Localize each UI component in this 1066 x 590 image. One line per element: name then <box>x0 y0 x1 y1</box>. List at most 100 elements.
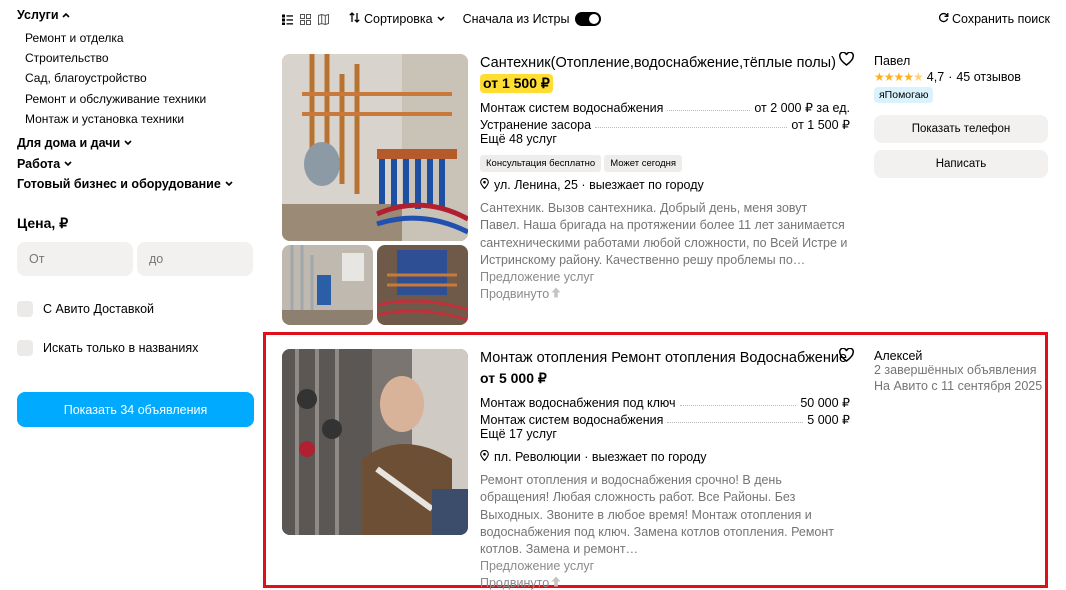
leader-dots <box>667 110 751 111</box>
map-view-icon[interactable] <box>318 13 329 25</box>
service-name: Монтаж систем водоснабжения <box>480 413 664 427</box>
price-to-input[interactable] <box>137 242 253 277</box>
service-price: 5 000 ₽ <box>807 413 850 427</box>
offer-label: Предложение услуг <box>480 270 595 285</box>
first-from-label: Сначала из Истры <box>462 12 570 26</box>
address-text: пл. Революции · выезжает по городу <box>494 450 707 464</box>
show-results-button[interactable]: Показать 34 объявления <box>17 392 254 428</box>
price-filter-title: Цена, ₽ <box>17 215 69 232</box>
location-pin-icon <box>480 177 489 192</box>
grid-view-icon[interactable] <box>300 13 311 25</box>
refresh-icon <box>938 12 949 26</box>
subcategory-item[interactable]: Строительство <box>17 48 257 68</box>
listing-photo-plumber[interactable] <box>282 349 468 535</box>
filter-sidebar: Услуги Ремонт и отделка Строительство Са… <box>17 8 257 428</box>
listing-thumb-boiler[interactable] <box>282 245 373 325</box>
subcategory-list: Ремонт и отделка Строительство Сад, благ… <box>17 28 257 129</box>
location-pin-icon <box>480 449 489 464</box>
more-services-link[interactable]: Ещё 17 услуг <box>480 427 850 444</box>
subcategory-item[interactable]: Монтаж и установка техники <box>17 109 257 129</box>
badge: Консультация бесплатно <box>480 155 602 172</box>
category-business[interactable]: Готовый бизнес и оборудование <box>17 174 257 195</box>
save-search-label: Сохранить поиск <box>951 12 1050 26</box>
yapomogayu-badge: яПомогаю <box>874 87 934 103</box>
show-phone-button[interactable]: Показать телефон <box>874 115 1048 143</box>
listing-card[interactable]: Монтаж отопления Ремонт отопления Водосн… <box>282 347 1052 590</box>
seller-completed-ads: 2 завершённых объявления <box>874 363 1037 377</box>
seller-rating: ★★★★★ 4,7 · 45 отзывов <box>874 70 1048 84</box>
seller-panel: Павел ★★★★★ 4,7 · 45 отзывов яПомогаю По… <box>874 54 1048 178</box>
seller-panel: Алексей 2 завершённых объявления На Авит… <box>874 349 1048 394</box>
more-services-link[interactable]: Ещё 48 услуг <box>480 132 850 149</box>
service-price: 50 000 ₽ <box>800 396 850 410</box>
category-home[interactable]: Для дома и дачи <box>17 133 257 154</box>
sort-arrows-icon <box>349 12 360 26</box>
listing-photo-plumbing[interactable] <box>282 54 468 241</box>
titles-only-label: Искать только в названиях <box>43 341 199 356</box>
badge-list: Консультация бесплатно Может сегодня <box>480 155 850 172</box>
favorite-heart-icon[interactable] <box>839 51 854 67</box>
subcategory-item[interactable]: Ремонт и обслуживание техники <box>17 89 257 109</box>
category-services[interactable]: Услуги <box>17 8 257 22</box>
reviews-count[interactable]: 45 отзывов <box>956 70 1021 84</box>
service-row: Монтаж систем водоснабжения от 2 000 ₽ з… <box>480 98 850 115</box>
promoted-arrow-icon <box>551 287 561 301</box>
rating-stars-icon: ★★★★★ <box>874 70 924 84</box>
titles-only-option[interactable]: Искать только в названиях <box>17 338 257 358</box>
listing-price: от 1 500 ₽ <box>480 74 553 93</box>
leader-dots <box>679 405 797 406</box>
seller-name[interactable]: Павел <box>874 54 1048 68</box>
promoted-text: Продвинуто <box>480 287 550 302</box>
chevron-down-icon <box>64 159 72 169</box>
promoted-arrow-icon <box>551 576 561 590</box>
chevron-down-icon <box>124 138 132 148</box>
rating-value: 4,7 <box>926 70 945 84</box>
category-label: Готовый бизнес и оборудование <box>17 177 221 192</box>
save-search-button[interactable]: Сохранить поиск <box>938 12 1050 26</box>
first-from-filter: Сначала из Истры <box>463 12 602 26</box>
service-row: Монтаж систем водоснабжения 5 000 ₽ <box>480 410 850 427</box>
listing-description: Ремонт отопления и водоснабжения срочно!… <box>480 473 835 557</box>
promoted-label: Продвинуто <box>480 575 850 590</box>
seller-name[interactable]: Алексей <box>874 349 1048 363</box>
titles-only-checkbox[interactable] <box>17 340 33 357</box>
service-price: от 1 500 ₽ <box>791 118 850 132</box>
listing-title[interactable]: Сантехник(Отопление,водоснабжение,тёплые… <box>480 54 850 72</box>
leader-dots <box>595 127 788 128</box>
category-label: Для дома и дачи <box>17 136 121 151</box>
promoted-text: Продвинуто <box>480 576 550 590</box>
list-view-icon[interactable] <box>282 14 293 25</box>
listing-address: ул. Ленина, 25 · выезжает по городу <box>480 177 850 192</box>
subcategory-item[interactable]: Ремонт и отделка <box>17 28 257 48</box>
service-name: Монтаж систем водоснабжения <box>480 101 664 115</box>
sort-label: Сортировка <box>364 12 433 26</box>
write-message-button[interactable]: Написать <box>874 150 1048 178</box>
results-toolbar: Сортировка Сначала из Истры Сохранить по… <box>282 8 1050 30</box>
avito-delivery-checkbox[interactable] <box>17 301 33 318</box>
view-switcher <box>282 13 329 25</box>
listing-price: от 5 000 ₽ <box>480 370 547 386</box>
listing-info: Монтаж отопления Ремонт отопления Водосн… <box>480 349 850 590</box>
category-services-label: Услуги <box>17 8 59 22</box>
badge: Может сегодня <box>604 155 682 172</box>
subcategory-item[interactable]: Сад, благоустройство <box>17 68 257 88</box>
rating-sep: · <box>948 70 953 84</box>
chevron-down-icon <box>225 179 233 189</box>
service-row: Устранение засора от 1 500 ₽ <box>480 115 850 132</box>
first-from-toggle[interactable] <box>575 12 602 26</box>
avito-delivery-option[interactable]: С Авито Доставкой <box>17 299 257 319</box>
address-text: ул. Ленина, 25 · выезжает по городу <box>494 178 704 192</box>
favorite-heart-icon[interactable] <box>839 347 854 363</box>
listing-card[interactable]: Сантехник(Отопление,водоснабжение,тёплые… <box>282 51 1052 325</box>
listing-thumb-manifold[interactable] <box>377 245 468 325</box>
price-from-input[interactable] <box>17 242 133 277</box>
chevron-up-icon <box>61 10 70 20</box>
listing-address: пл. Революции · выезжает по городу <box>480 449 850 464</box>
service-price: от 2 000 ₽ за ед. <box>754 101 850 115</box>
category-work[interactable]: Работа <box>17 153 257 174</box>
promoted-label: Продвинуто <box>480 286 850 302</box>
price-range <box>17 242 257 277</box>
listing-title[interactable]: Монтаж отопления Ремонт отопления Водосн… <box>480 349 850 367</box>
listing-info: Сантехник(Отопление,водоснабжение,тёплые… <box>480 54 850 302</box>
sort-dropdown[interactable]: Сортировка <box>349 12 445 26</box>
